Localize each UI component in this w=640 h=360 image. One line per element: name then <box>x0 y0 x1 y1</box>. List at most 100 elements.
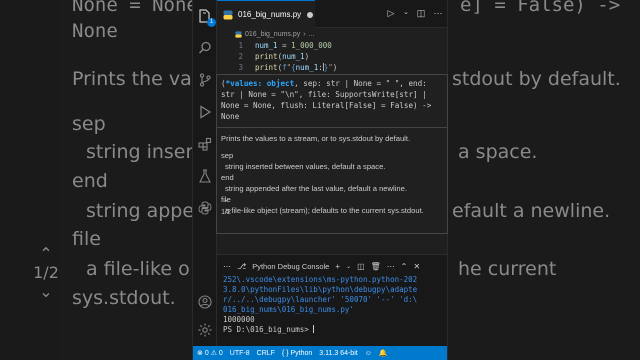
bg-line-append-left: string appe <box>86 200 195 222</box>
number-token: 1_000_000 <box>291 41 332 50</box>
split-terminal-icon[interactable]: ◫ <box>357 262 365 271</box>
doc-param-sep: sep <box>221 151 234 160</box>
errors-count: 0 <box>204 350 209 357</box>
source-control-icon[interactable] <box>197 72 213 88</box>
overload-pager[interactable]: ⌃ 1/2 <box>218 199 234 217</box>
editor-actions: ▷ ⌄ ◫ ⋯ <box>386 8 443 18</box>
editor-empty-area[interactable] <box>217 236 447 254</box>
terminal-selector[interactable]: Python Debug Console <box>252 262 329 271</box>
breadcrumb: 016_big_nums.py › ... <box>217 28 447 40</box>
terminal-line: 1000000 <box>223 315 255 324</box>
terminal-line: 252\.vscode\extensions\ms-python.python-… <box>223 275 418 284</box>
arg-token: num_1 <box>295 63 319 72</box>
run-dropdown-chevron-icon[interactable]: ⌄ <box>403 8 409 18</box>
account-icon[interactable] <box>197 294 213 310</box>
terminal-line: 016_big_nums\016_big_nums.py' <box>223 305 354 314</box>
terminal-cursor <box>313 325 315 333</box>
python-file-icon <box>223 10 233 19</box>
bg-chevron-down-icon: ⌄ <box>39 282 53 301</box>
tab-016-big-nums[interactable]: 016_big_nums.py <box>217 0 315 28</box>
terminal-output[interactable]: 252\.vscode\extensions\ms-python.python-… <box>223 275 443 335</box>
run-debug-icon[interactable] <box>197 104 213 120</box>
bg-line-sysstdout: sys.stdout. <box>72 287 176 309</box>
breadcrumb-separator-icon: › <box>303 30 306 38</box>
warnings-count: 0 <box>218 350 223 357</box>
new-terminal-icon[interactable]: + <box>335 262 340 271</box>
doc-intro: Prints the values to a stream, or to sys… <box>221 134 411 143</box>
code-line-3[interactable]: print(f"{num_1:}") <box>255 63 337 72</box>
activity-bar: 1 <box>193 0 217 346</box>
bg-line-insert-left: string insert <box>86 141 201 163</box>
explorer-icon[interactable]: 1 <box>197 8 216 27</box>
var-token: num_1 <box>255 41 278 50</box>
extensions-icon[interactable] <box>197 136 213 152</box>
arg-token: num_1 <box>282 52 305 61</box>
bg-line-filelike-right: he current <box>458 258 557 280</box>
terminal-panel: ⋯ ⎇ Python Debug Console + ⌄ ◫ 🗑 ⋯ ⌃ ✕ 2… <box>217 254 447 346</box>
terminal-line: 3.8.0\pythonFiles\lib\python\debugpy\ada… <box>223 285 418 294</box>
feedback-icon[interactable]: ☺ <box>365 350 372 357</box>
bg-line-file: file <box>72 228 101 250</box>
signature-text: (*values: object, sep: str | None = " ",… <box>221 78 445 122</box>
doc-param-sep-desc: string inserted between values, default … <box>225 162 386 171</box>
signature-docs: Prints the values to a stream, or to sys… <box>221 133 445 216</box>
bg-line-top-left: None = None <box>72 0 198 16</box>
kill-terminal-icon[interactable]: 🗑 <box>371 262 381 271</box>
python-terminal-icon: ⎇ <box>237 261 247 271</box>
interpreter-version[interactable]: 3.11.3 64-bit <box>319 350 357 357</box>
language-label: Python <box>290 349 313 357</box>
fn-token: print <box>255 63 278 72</box>
active-parameter: *values: object <box>225 79 295 88</box>
code-editor[interactable]: 1 num_1 = 1_000_000 2 print(num_1) 3 pri… <box>217 40 447 76</box>
breadcrumb-file[interactable]: 016_big_nums.py <box>245 31 300 38</box>
more-actions-icon[interactable]: ⋯ <box>433 8 443 18</box>
maximize-panel-icon[interactable]: ⌃ <box>401 262 408 271</box>
line-endings[interactable]: CRLF <box>257 350 275 357</box>
doc-param-end-desc: string appended after the last value, de… <box>225 184 407 193</box>
problems-indicator[interactable]: ⊗ 0 ⚠ 0 <box>197 349 223 357</box>
code-line-2[interactable]: print(num_1) <box>255 52 309 61</box>
paren-token: ) <box>304 52 310 61</box>
notifications-bell-icon[interactable]: 🔔 <box>379 349 388 357</box>
breadcrumb-python-icon <box>235 30 242 38</box>
doc-param-end: end <box>221 173 234 182</box>
op-token: = <box>277 41 292 50</box>
search-icon[interactable] <box>197 40 213 56</box>
panel-more-icon[interactable]: ⋯ <box>223 262 231 271</box>
prompt-text: PS D:\016_big_nums> <box>223 325 314 334</box>
bg-line-filelike-left: a file-like o <box>86 258 190 280</box>
split-editor-icon[interactable]: ◫ <box>416 8 426 18</box>
tab-label: 016_big_nums.py <box>238 10 302 19</box>
bg-line-sep: sep <box>72 113 106 135</box>
terminal-line: r/../..\debugpy\launcher' '50070' '--' '… <box>223 295 418 304</box>
panel-more-actions-icon[interactable]: ⋯ <box>387 262 395 271</box>
code-line-1[interactable]: num_1 = 1_000_000 <box>255 41 332 50</box>
fn-token: print <box>255 52 278 61</box>
doc-param-file: file <box>221 195 231 204</box>
encoding[interactable]: UTF-8 <box>230 350 250 357</box>
signature-help-popup: (*values: object, sep: str | None = " ",… <box>216 74 448 234</box>
bg-pager: ⌃ 1/2 ⌄ <box>28 244 64 301</box>
settings-gear-icon[interactable] <box>197 322 213 338</box>
paren-token: ) <box>332 63 338 72</box>
breadcrumb-more[interactable]: ... <box>309 31 315 38</box>
terminal-dropdown-chevron-icon[interactable]: ⌄ <box>346 263 351 270</box>
status-bar: ⊗ 0 ⚠ 0 UTF-8 CRLF { } Python 3.11.3 64-… <box>193 346 447 360</box>
prev-overload-chevron-icon[interactable]: ⌃ <box>218 199 234 208</box>
bg-line-none: None <box>72 20 118 42</box>
line-number: 3 <box>238 63 243 72</box>
bg-line-prints-right: stdout by default. <box>452 68 621 90</box>
explorer-badge: 1 <box>207 18 216 27</box>
tab-bar: 016_big_nums.py ▷ ⌄ ◫ ⋯ <box>217 0 447 28</box>
bg-line-prints-left: Prints the val <box>72 68 198 90</box>
language-mode[interactable]: { } Python <box>282 350 312 357</box>
run-python-file-icon[interactable]: ▷ <box>386 8 396 18</box>
python-icon[interactable] <box>197 200 213 216</box>
testing-icon[interactable] <box>197 168 213 184</box>
line-number: 1 <box>238 41 243 50</box>
bg-line-top-right: e] = False) -> <box>460 0 621 16</box>
terminal-prompt: PS D:\016_big_nums> <box>223 325 443 335</box>
close-panel-icon[interactable]: ✕ <box>413 262 420 271</box>
line-number: 2 <box>238 52 243 61</box>
unsaved-dot-icon[interactable] <box>307 11 314 18</box>
